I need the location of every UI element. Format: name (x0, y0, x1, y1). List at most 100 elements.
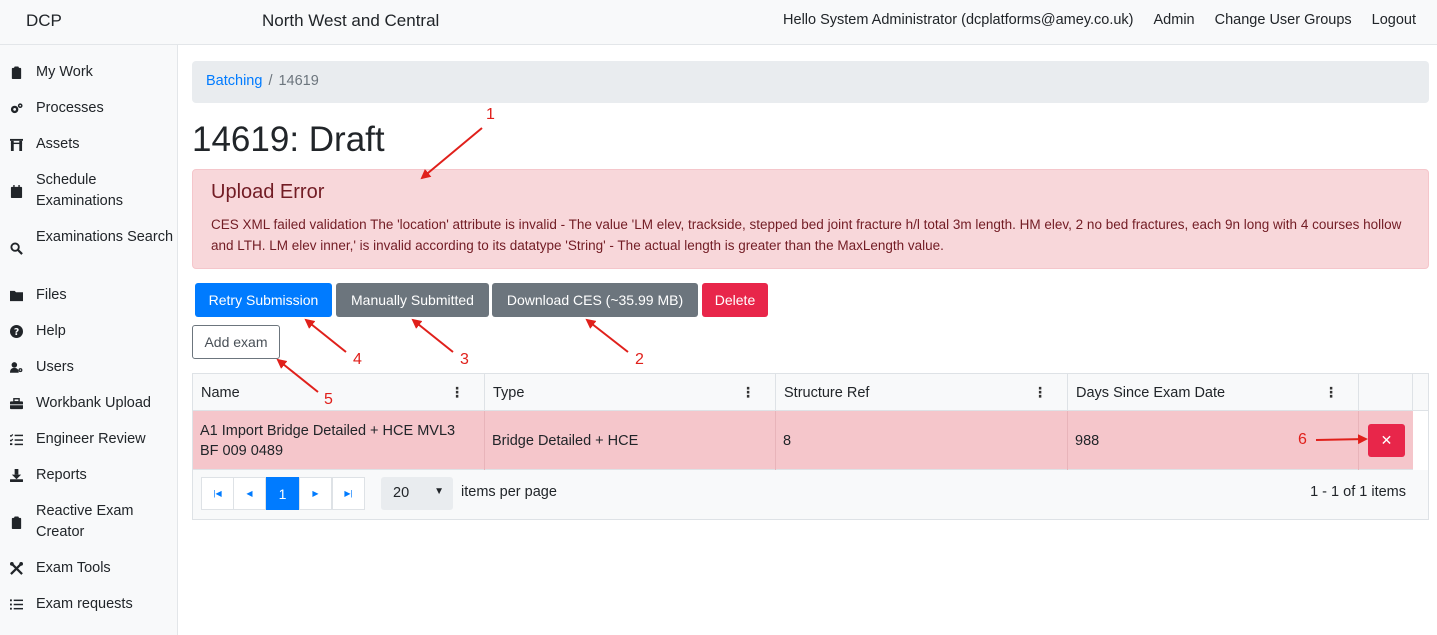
sidebar-item-label: Exam Tools (36, 560, 111, 576)
breadcrumb-batching-link[interactable]: Batching (206, 73, 262, 89)
sidebar-item-label: Files (36, 287, 67, 303)
folder-icon (10, 285, 26, 306)
annotation-number-1: 1 (486, 106, 495, 123)
alert-title: Upload Error (211, 181, 325, 203)
toolbox-icon (10, 393, 26, 414)
sidebar-item-schedule-examinations[interactable]: Schedule Examinations (10, 170, 176, 212)
user-greeting: Hello System Administrator (dcplatforms@… (783, 12, 1134, 28)
annotation-arrow-2 (585, 318, 629, 353)
annotation-arrow-3 (411, 318, 454, 353)
breadcrumb-current: 14619 (278, 73, 319, 89)
exams-grid: Name ⋮ Type ⋮ Structure Ref ⋮ Days Since… (192, 373, 1429, 520)
user-cog-icon (10, 357, 26, 378)
annotation-arrow-4 (304, 318, 347, 353)
previous-page-button[interactable]: ◀ (233, 477, 266, 510)
search-icon (10, 227, 26, 269)
remove-exam-button[interactable]: ✕ (1368, 424, 1405, 457)
column-header-label: Days Since Exam Date (1076, 385, 1226, 401)
region-title: North West and Central (262, 11, 440, 30)
admin-link[interactable]: Admin (1154, 12, 1195, 28)
breadcrumb-separator: / (268, 73, 273, 89)
column-header-structure-ref[interactable]: Structure Ref ⋮ (776, 374, 1068, 411)
list-icon (10, 594, 26, 615)
sidebar-item-label: Examinations Search (36, 229, 174, 245)
cell-structure-ref: 8 (776, 411, 1068, 470)
sidebar-item-label: My Work (36, 64, 93, 80)
sidebar-item-files[interactable]: Files (10, 285, 176, 306)
download-ces-button[interactable]: Download CES (~35.99 MB) (492, 283, 698, 317)
sidebar-item-my-work[interactable]: My Work (10, 62, 176, 83)
sidebar-item-label: Reports (36, 467, 87, 483)
sidebar-item-label: Workbank Upload (36, 395, 151, 411)
calendar-icon (10, 170, 26, 212)
page-button-1[interactable]: 1 (266, 477, 299, 510)
sidebar-item-label: Assets (36, 136, 80, 152)
sidebar-item-assets[interactable]: Assets (10, 134, 176, 155)
svg-text:?: ? (14, 327, 19, 338)
clipboard-icon (10, 62, 26, 83)
page-size-value: 20 (393, 485, 410, 501)
column-header-name[interactable]: Name ⋮ (193, 374, 485, 411)
sidebar-item-help[interactable]: ? Help (10, 321, 176, 342)
top-navbar: DCP North West and Central Hello System … (0, 0, 1437, 45)
close-icon: ✕ (1380, 432, 1393, 448)
caret-down-icon: ▼ (434, 486, 444, 497)
pager-info: 1 - 1 of 1 items (1310, 484, 1406, 500)
annotation-number-3: 3 (460, 351, 469, 368)
tasks-icon (10, 429, 26, 450)
retry-submission-button[interactable]: Retry Submission (195, 283, 332, 317)
column-header-actions (1359, 374, 1413, 411)
alert-message: CES XML failed validation The 'location'… (211, 217, 1402, 253)
last-page-button[interactable]: ▶| (332, 477, 365, 510)
cell-name: A1 Import Bridge Detailed + HCE MVL3 BF … (193, 411, 485, 470)
sidebar-item-label: Users (36, 359, 74, 375)
breadcrumb: Batching / 14619 (192, 61, 1429, 103)
column-menu-icon[interactable]: ⋮ (1033, 384, 1047, 401)
last-page-icon: ▶| (344, 489, 353, 498)
sidebar-item-processes[interactable]: Processes (10, 98, 176, 119)
table-row[interactable]: A1 Import Bridge Detailed + HCE MVL3 BF … (193, 411, 1413, 470)
sidebar-item-label: Help (36, 323, 66, 339)
logout-link[interactable]: Logout (1372, 12, 1416, 28)
cogs-icon (10, 98, 26, 119)
sidebar-item-examinations-search[interactable]: Examinations Search (10, 227, 176, 269)
column-menu-icon[interactable]: ⋮ (741, 384, 755, 401)
sidebar-item-reactive-exam-creator[interactable]: Reactive Exam Creator (10, 501, 176, 543)
sidebar-item-label: Reactive Exam Creator (36, 503, 134, 540)
archway-icon (10, 134, 26, 155)
sidebar-item-reports[interactable]: Reports (10, 465, 176, 486)
brand-link[interactable]: DCP (26, 11, 62, 31)
cell-days-since-exam-date: 988 (1068, 411, 1359, 470)
tools-icon (10, 558, 26, 579)
sidebar-item-engineer-review[interactable]: Engineer Review (10, 429, 176, 450)
clipboard-icon (10, 501, 26, 543)
next-page-button[interactable]: ▶ (299, 477, 332, 510)
column-menu-icon[interactable]: ⋮ (450, 384, 464, 401)
column-menu-icon[interactable]: ⋮ (1324, 384, 1338, 401)
page-size-select[interactable]: 20 ▼ (381, 477, 453, 510)
first-page-button[interactable]: |◀ (201, 477, 234, 510)
sidebar-item-label: Schedule Examinations (36, 172, 124, 209)
column-header-type[interactable]: Type ⋮ (485, 374, 776, 411)
grid-pager: |◀ ◀ 1 ▶ ▶| 20 ▼ items per page 1 - 1 of… (193, 470, 1428, 519)
column-header-label: Structure Ref (784, 385, 870, 401)
change-user-groups-link[interactable]: Change User Groups (1215, 12, 1352, 28)
sidebar-item-label: Exam requests (36, 596, 133, 612)
sidebar-item-exam-tools[interactable]: Exam Tools (10, 558, 176, 579)
page-title: 14619: Draft (192, 120, 385, 159)
delete-button[interactable]: Delete (702, 283, 768, 317)
sidebar-item-label: Processes (36, 100, 104, 116)
sidebar-item-exam-requests[interactable]: Exam requests (10, 594, 176, 615)
next-page-icon: ▶ (312, 489, 319, 498)
user-menu: Hello System Administrator (dcplatforms@… (763, 12, 1416, 28)
annotation-number-6: 6 (1298, 431, 1307, 448)
annotation-number-5: 5 (324, 391, 333, 408)
download-icon (10, 465, 26, 486)
add-exam-button[interactable]: Add exam (192, 325, 280, 359)
column-header-days-since-exam-date[interactable]: Days Since Exam Date ⋮ (1068, 374, 1359, 411)
sidebar-item-users[interactable]: Users (10, 357, 176, 378)
sidebar-item-workbank-upload[interactable]: Workbank Upload (10, 393, 176, 414)
previous-page-icon: ◀ (246, 489, 253, 498)
manually-submitted-button[interactable]: Manually Submitted (336, 283, 489, 317)
column-header-label: Name (201, 385, 240, 401)
